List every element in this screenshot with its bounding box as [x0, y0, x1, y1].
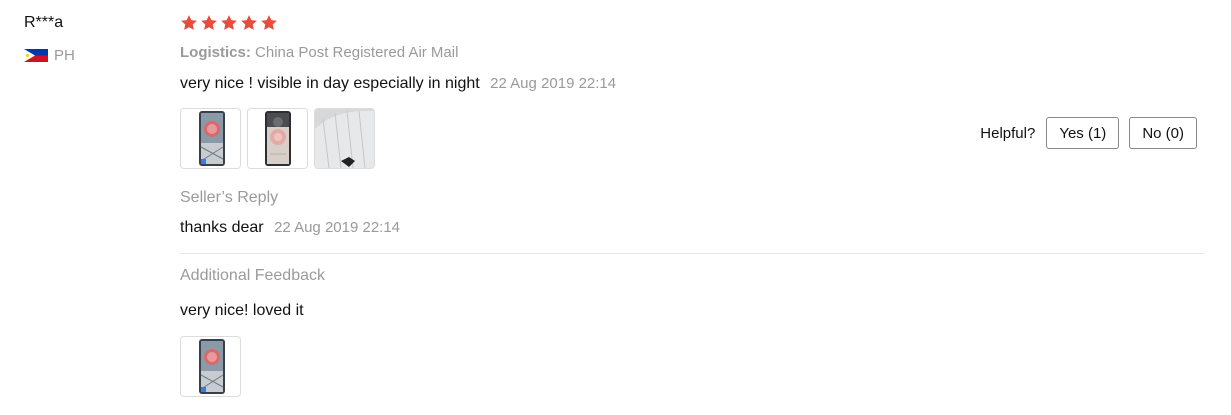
review-photo-2[interactable] — [247, 108, 308, 169]
review-body: very nice ! visible in day especially in… — [180, 75, 616, 93]
reviewer-country: PH — [24, 47, 75, 64]
star-icon — [260, 14, 278, 32]
logistics-info: Logistics: China Post Registered Air Mai… — [180, 44, 458, 61]
review-photos — [180, 108, 375, 169]
star-icon — [200, 14, 218, 32]
additional-photo-1[interactable] — [180, 336, 241, 397]
star-icon — [220, 14, 238, 32]
review-date: 22 Aug 2019 22:14 — [490, 75, 617, 92]
logistics-value: China Post Registered Air Mail — [255, 44, 459, 61]
logistics-label: Logistics: — [180, 44, 251, 61]
star-icon — [240, 14, 258, 32]
helpful-no-button[interactable]: No (0) — [1129, 117, 1197, 149]
star-icon — [180, 14, 198, 32]
seller-reply-title: Seller’s Reply — [180, 189, 279, 206]
seller-reply-text: thanks dear — [180, 219, 264, 236]
helpful-label: Helpful? — [980, 124, 1036, 142]
section-divider — [180, 253, 1204, 254]
country-code: PH — [54, 47, 75, 64]
helpful-vote: Helpful? Yes (1) No (0) — [980, 117, 1197, 149]
review-text: very nice ! visible in day especially in… — [180, 75, 480, 92]
reviewer-name: R***a — [24, 14, 64, 31]
helpful-yes-button[interactable]: Yes (1) — [1046, 117, 1120, 149]
review-photo-1[interactable] — [180, 108, 241, 169]
philippines-flag-icon — [24, 49, 48, 62]
review-photo-3[interactable] — [314, 108, 375, 169]
seller-reply-body: thanks dear 22 Aug 2019 22:14 — [180, 219, 400, 237]
additional-feedback-photos — [180, 336, 241, 397]
additional-feedback-text: very nice! loved it — [180, 302, 304, 319]
seller-reply-date: 22 Aug 2019 22:14 — [274, 219, 401, 236]
additional-feedback-title: Additional Feedback — [180, 267, 325, 284]
rating-stars — [180, 14, 278, 32]
